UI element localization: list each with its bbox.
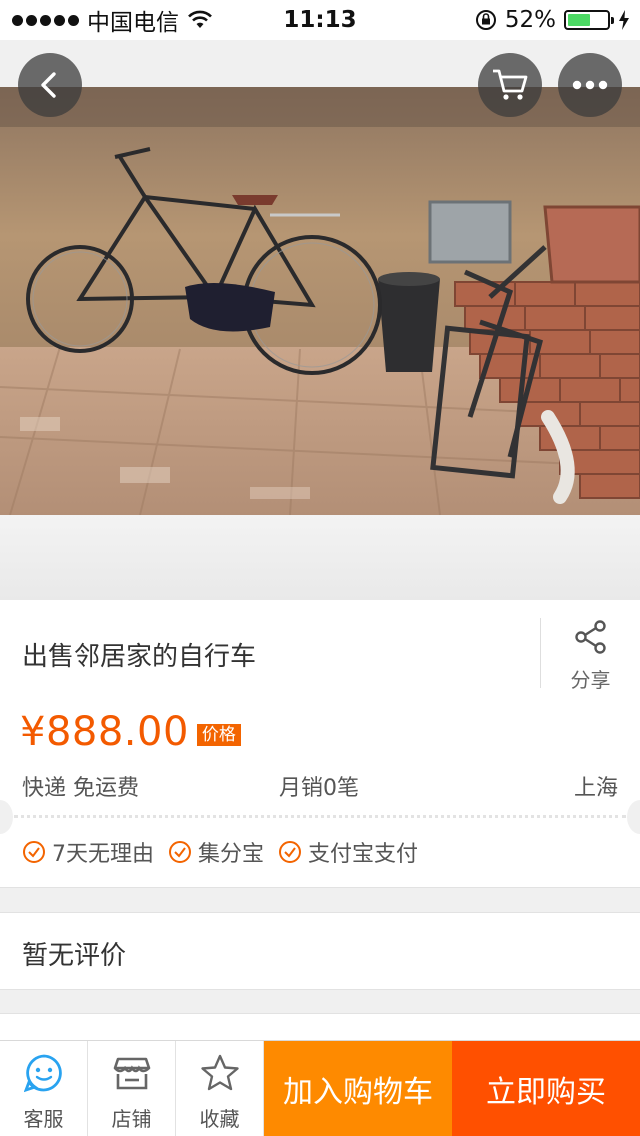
guarantee-label: 集分宝: [198, 842, 265, 867]
charging-bolt-icon: [619, 10, 629, 30]
price-tag-badge: 价格: [196, 724, 241, 746]
bicycle-photo-illustration: [0, 87, 640, 515]
shop-button[interactable]: 店铺: [88, 1041, 176, 1136]
favorite-label: 收藏: [199, 1107, 240, 1131]
bottom-action-bar: 客服 店铺 收藏 加入购物车 立即购买: [0, 1040, 640, 1136]
add-to-cart-button[interactable]: 加入购物车: [264, 1041, 452, 1136]
check-circle-icon: [23, 841, 45, 863]
guarantee-label: 7天无理由: [52, 842, 154, 867]
rotation-lock-icon: [475, 10, 496, 30]
monthly-sales: 月销0笔: [279, 776, 359, 801]
product-title: 出售邻居家的自行车: [22, 642, 257, 672]
more-button[interactable]: [558, 53, 622, 117]
share-icon: [575, 620, 606, 654]
shop-label: 店铺: [111, 1107, 152, 1131]
photo-caption-area: [0, 515, 640, 600]
status-right: 52%: [475, 0, 630, 40]
dotted-divider: [14, 815, 626, 818]
customer-service-label: 客服: [23, 1107, 64, 1131]
more-dots-icon: [572, 80, 608, 90]
share-label: 分享: [570, 668, 611, 692]
favorite-button[interactable]: 收藏: [176, 1041, 264, 1136]
shipping-info: 快递 免运费: [22, 776, 139, 801]
check-circle-icon: [169, 841, 191, 863]
reviews-section[interactable]: 暂无评价: [0, 912, 640, 990]
customer-service-button[interactable]: 客服: [0, 1041, 88, 1136]
back-button[interactable]: [18, 53, 82, 117]
price-row: ¥888.00 价格: [20, 707, 241, 757]
product-photo[interactable]: [0, 87, 640, 515]
buy-now-button[interactable]: 立即购买: [452, 1041, 640, 1136]
customer-service-icon: [24, 1054, 62, 1093]
shopping-cart-icon: [493, 69, 528, 100]
guarantee-item: 7天无理由: [22, 836, 154, 868]
share-button[interactable]: 分享: [540, 618, 640, 692]
product-price: ¥888.00: [20, 709, 189, 755]
no-reviews-label: 暂无评价: [22, 941, 127, 971]
star-icon: [201, 1054, 239, 1091]
service-guarantees[interactable]: 7天无理由 集分宝 支付宝支付: [22, 836, 418, 868]
check-circle-icon: [279, 841, 302, 863]
battery-icon: [564, 10, 614, 30]
shop-icon: [113, 1057, 151, 1090]
status-bar: 中国电信 11:13 52%: [0, 0, 640, 40]
chevron-left-icon: [41, 72, 56, 98]
ship-from-location: 上海: [573, 776, 618, 801]
guarantee-label: 支付宝支付: [308, 842, 419, 867]
guarantee-item: 支付宝支付: [278, 836, 418, 868]
battery-level-fill: [568, 14, 590, 26]
battery-percent: 52%: [504, 7, 556, 33]
cart-button[interactable]: [478, 53, 542, 117]
guarantee-item: 集分宝: [168, 836, 264, 868]
